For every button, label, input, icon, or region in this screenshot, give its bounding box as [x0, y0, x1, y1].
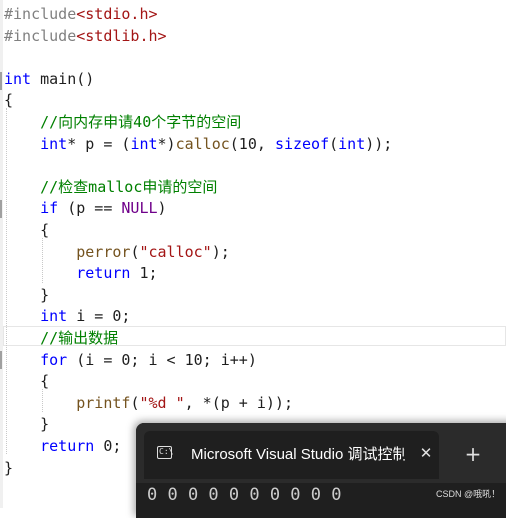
code-token: }: [4, 285, 50, 304]
code-line[interactable]: {: [4, 371, 49, 392]
fold-marker[interactable]: [0, 351, 2, 369]
code-token: return: [40, 437, 95, 455]
code-token: NULL: [121, 199, 158, 218]
code-token: perror: [76, 242, 131, 261]
code-line[interactable]: return 0;: [4, 436, 121, 457]
code-token: i = 0;: [67, 307, 131, 326]
code-token: (: [329, 134, 339, 153]
code-token: "%d ": [139, 393, 185, 412]
code-line[interactable]: {: [4, 90, 13, 111]
code-token: if: [40, 199, 59, 218]
code-token: }: [4, 458, 14, 477]
code-line[interactable]: #include<stdlib.h>: [4, 26, 167, 47]
code-line[interactable]: #include<stdio.h>: [4, 4, 158, 25]
code-token: );: [211, 242, 230, 261]
console-titlebar[interactable]: C:\ Microsoft Visual Studio 调试控制台 ✕ +: [136, 423, 506, 483]
code-token: "calloc": [139, 242, 212, 261]
code-token: main(): [31, 69, 95, 88]
code-line[interactable]: }: [4, 458, 13, 479]
code-token: *): [157, 134, 176, 153]
console-app-icon-glyph: C:\: [159, 447, 174, 456]
code-token: 1;: [130, 264, 158, 283]
code-token: (i = 0; i < 10; i++): [67, 350, 257, 369]
code-token: ));: [365, 134, 393, 153]
code-line[interactable]: int i = 0;: [4, 306, 130, 327]
console-tab[interactable]: C:\ Microsoft Visual Studio 调试控制台 ✕: [144, 431, 439, 479]
code-line[interactable]: //检查malloc申请的空间: [4, 177, 217, 198]
code-token: #include: [4, 5, 77, 23]
code-token: {: [4, 221, 50, 239]
code-token: <stdlib.h>: [76, 26, 167, 45]
code-token: printf: [76, 393, 131, 412]
watermark: CSDN @哦吼！: [436, 489, 501, 499]
fold-marker[interactable]: [0, 72, 2, 90]
code-token: //向内存申请40个字节的空间: [4, 113, 242, 131]
code-line[interactable]: //输出数据: [4, 328, 118, 349]
console-app-icon: C:\: [157, 446, 174, 459]
console-tab-title: Microsoft Visual Studio 调试控制台: [191, 446, 405, 463]
code-line[interactable]: if (p == NULL): [4, 198, 167, 219]
code-token: int: [40, 134, 68, 153]
code-token: int: [130, 134, 158, 153]
code-line[interactable]: int* p = (int*)calloc(10, sizeof(int));: [4, 134, 392, 155]
debug-console-window[interactable]: C:\ Microsoft Visual Studio 调试控制台 ✕ + 0 …: [136, 423, 506, 518]
code-line[interactable]: printf("%d ", *(p + i));: [4, 393, 293, 414]
code-token: <stdio.h>: [76, 5, 158, 23]
fold-marker[interactable]: [0, 200, 2, 218]
code-token: , *(p + i));: [184, 393, 293, 412]
code-line[interactable]: return 1;: [4, 263, 158, 284]
code-token: }: [4, 415, 50, 434]
code-line[interactable]: //向内存申请40个字节的空间: [4, 112, 241, 133]
code-line[interactable]: perror("calloc");: [4, 242, 230, 263]
code-token: //检查malloc申请的空间: [4, 177, 218, 196]
code-token: {: [4, 91, 14, 110]
code-token: calloc: [175, 134, 230, 153]
code-token: 0;: [94, 437, 122, 455]
new-tab-icon[interactable]: +: [461, 442, 485, 466]
code-token: * p = (: [67, 134, 131, 153]
code-token: //输出数据: [4, 329, 119, 347]
code-token: return: [76, 264, 131, 283]
code-token: #include: [4, 26, 77, 45]
code-token: (10,: [229, 134, 275, 153]
code-token: {: [4, 372, 50, 391]
close-tab-icon[interactable]: ✕: [416, 443, 436, 463]
code-token: sizeof: [274, 134, 330, 153]
code-token: int: [338, 134, 366, 153]
code-token: ): [157, 199, 167, 218]
code-token: for: [40, 350, 68, 369]
code-token: int: [4, 69, 32, 88]
code-line[interactable]: }: [4, 285, 49, 306]
code-token: int: [40, 307, 68, 326]
console-output: 0 0 0 0 0 0 0 0 0 0: [147, 485, 342, 505]
code-line[interactable]: int main(): [4, 69, 94, 90]
code-line[interactable]: {: [4, 220, 49, 241]
code-token: (p ==: [58, 199, 122, 218]
code-line[interactable]: }: [4, 414, 49, 435]
code-line[interactable]: for (i = 0; i < 10; i++): [4, 350, 257, 371]
